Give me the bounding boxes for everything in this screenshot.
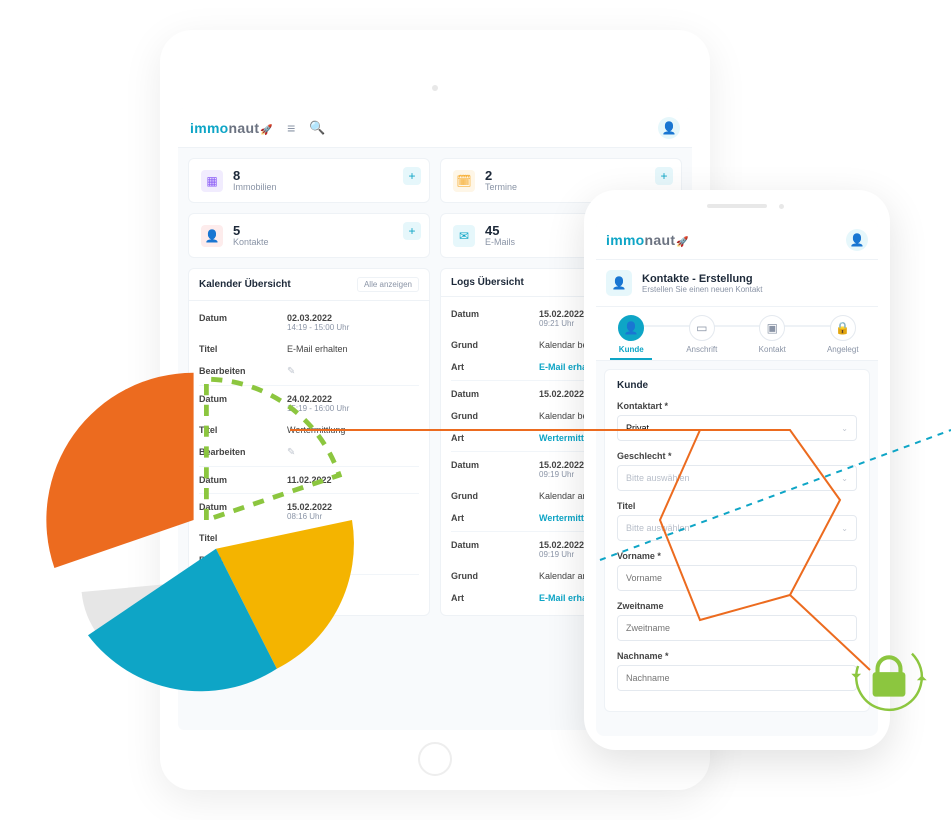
select-kontaktart[interactable]: Privat ⌄ xyxy=(617,415,857,441)
form-kunde: Kunde Kontaktart * Privat ⌄ Geschlecht *… xyxy=(604,369,870,712)
id-icon: ▣ xyxy=(759,315,785,341)
step-kontakt[interactable]: ▣ Kontakt xyxy=(737,307,808,360)
label-nachname: Nachname * xyxy=(617,651,857,661)
step-indicator: 👤 Kunde ▭ Anschrift ▣ Kontakt 🔒 Angelegt xyxy=(596,307,878,361)
page-title: Kontakte - Erstellung xyxy=(642,273,763,285)
label-vorname: Vorname * xyxy=(617,551,857,561)
input-nachname[interactable] xyxy=(617,665,857,691)
brand-logo: immonaut🚀 xyxy=(606,232,689,248)
input-zweitname[interactable] xyxy=(617,615,857,641)
add-button[interactable]: + xyxy=(655,167,673,185)
chevron-down-icon: ⌄ xyxy=(841,474,848,483)
rocket-icon: 🚀 xyxy=(260,125,273,136)
brand-logo: immonaut🚀 xyxy=(190,120,273,136)
panel-title: Kalender Übersicht xyxy=(199,279,291,290)
user-icon: 👤 xyxy=(618,315,644,341)
label-geschlecht: Geschlecht * xyxy=(617,451,857,461)
contact-icon: 👤 xyxy=(201,225,223,247)
select-geschlecht[interactable]: Bitte auswählen ⌄ xyxy=(617,465,857,491)
step-angelegt[interactable]: 🔒 Angelegt xyxy=(808,307,879,360)
search-icon[interactable]: 🔍 xyxy=(309,120,325,136)
select-titel[interactable]: Bitte auswählen ⌄ xyxy=(617,515,857,541)
lock-badge xyxy=(848,636,930,718)
stat-kontakte[interactable]: 👤 5 Kontakte + xyxy=(188,213,430,258)
chevron-down-icon: ⌄ xyxy=(841,424,848,433)
contact-icon: 👤 xyxy=(606,270,632,296)
card-icon: ▭ xyxy=(689,315,715,341)
pie-slice-outlined xyxy=(206,379,339,520)
pie-chart xyxy=(40,360,360,680)
add-button[interactable]: + xyxy=(403,167,421,185)
tablet-header: immonaut🚀 ≡ 🔍 👤 xyxy=(178,108,692,148)
building-icon: ▦ xyxy=(201,170,223,192)
chevron-down-icon: ⌄ xyxy=(841,524,848,533)
step-kunde[interactable]: 👤 Kunde xyxy=(596,307,667,360)
phone-frame: immonaut🚀 👤 👤 Kontakte - Erstellung Erst… xyxy=(584,190,890,750)
label-zweitname: Zweitname xyxy=(617,601,857,611)
panel-title: Logs Übersicht xyxy=(451,277,524,288)
home-button[interactable] xyxy=(418,742,452,776)
avatar-icon[interactable]: 👤 xyxy=(846,229,868,251)
input-vorname[interactable] xyxy=(617,565,857,591)
stat-immobilien[interactable]: ▦ 8 Immobilien + xyxy=(188,158,430,203)
lock-icon: 🔒 xyxy=(830,315,856,341)
mail-icon: ✉ xyxy=(453,225,475,247)
avatar-icon[interactable]: 👤 xyxy=(658,117,680,139)
phone-screen: immonaut🚀 👤 👤 Kontakte - Erstellung Erst… xyxy=(596,220,878,736)
phone-header: immonaut🚀 👤 xyxy=(596,220,878,260)
page-subtitle: Erstellen Sie einen neuen Kontakt xyxy=(642,285,763,294)
form-title: Kunde xyxy=(617,380,857,391)
page-title-bar: 👤 Kontakte - Erstellung Erstellen Sie ei… xyxy=(596,260,878,307)
calendar-icon: 🗓 xyxy=(453,170,475,192)
hamburger-icon[interactable]: ≡ xyxy=(287,120,295,136)
label-titel: Titel xyxy=(617,501,857,511)
add-button[interactable]: + xyxy=(403,222,421,240)
step-anschrift[interactable]: ▭ Anschrift xyxy=(667,307,738,360)
rocket-icon: 🚀 xyxy=(676,237,689,248)
label-kontaktart: Kontaktart * xyxy=(617,401,857,411)
show-all-button[interactable]: Alle anzeigen xyxy=(357,277,419,292)
pie-slice-orange xyxy=(46,373,193,568)
